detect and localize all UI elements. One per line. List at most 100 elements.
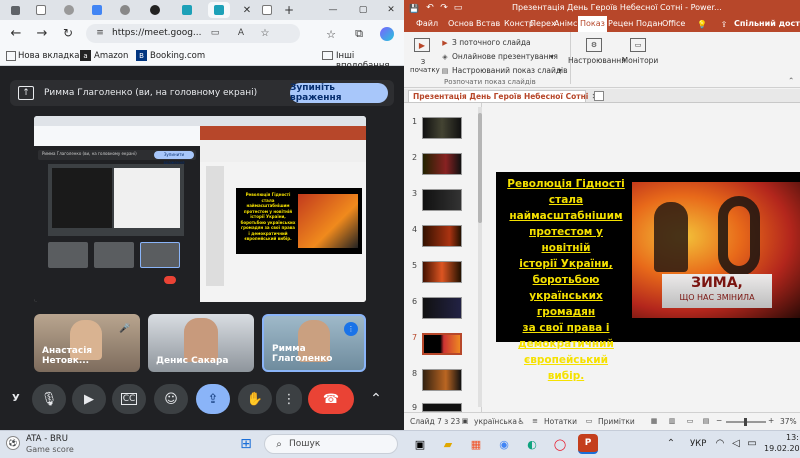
- favorites-icon[interactable]: ☆: [324, 27, 338, 41]
- undo-icon[interactable]: ↶: [424, 2, 436, 14]
- address-bar[interactable]: ≡ https://meet.goog... ▭ A ☆: [86, 24, 300, 43]
- tab-close[interactable]: ✕: [236, 2, 258, 18]
- file-explorer-icon[interactable]: ▰: [438, 434, 458, 454]
- star-icon[interactable]: ☆: [258, 27, 272, 39]
- tab-5[interactable]: [114, 2, 136, 18]
- language[interactable]: українська: [474, 417, 517, 426]
- tab-insert[interactable]: Встав: [474, 16, 502, 32]
- more-options-button[interactable]: ⋮: [276, 384, 302, 414]
- tab-2[interactable]: [30, 2, 52, 18]
- scrollbar-thumb[interactable]: [478, 113, 482, 223]
- share-button[interactable]: Спільний дост: [734, 19, 800, 28]
- tab-9[interactable]: [256, 2, 278, 18]
- tab-3[interactable]: [58, 2, 80, 18]
- powerpoint-icon[interactable]: P: [578, 434, 598, 454]
- bookmark-booking[interactable]: Booking.com: [150, 51, 205, 61]
- slide-thumb-3[interactable]: [422, 189, 462, 211]
- document-tab[interactable]: Презентація День Героїв Небесної Сотні: [408, 90, 588, 102]
- setup-button[interactable]: Настроювання: [568, 56, 626, 65]
- raise-hand-button[interactable]: ✋: [238, 384, 272, 414]
- tab-slideshow[interactable]: Показ: [578, 16, 607, 32]
- proofing-icon[interactable]: ▣: [460, 416, 470, 426]
- present-button[interactable]: ⇪: [196, 384, 230, 414]
- clock-time[interactable]: 13:: [786, 433, 799, 442]
- participant-tile-2[interactable]: Денис Сакара: [148, 314, 254, 372]
- site-info-icon[interactable]: ≡: [94, 27, 106, 39]
- captions-button[interactable]: CC: [112, 384, 146, 414]
- from-current-button[interactable]: З поточного слайда: [452, 38, 531, 47]
- battery-icon[interactable]: ▭: [746, 436, 758, 450]
- chevron-down-icon[interactable]: ▾: [558, 66, 562, 75]
- reading-view-icon[interactable]: ▭: [684, 416, 696, 426]
- camera-icon[interactable]: ▭: [208, 27, 222, 39]
- lightbulb-icon[interactable]: 💡: [696, 19, 708, 29]
- collapse-ribbon-icon[interactable]: ⌃: [788, 76, 794, 85]
- new-tab-button[interactable]: +: [278, 2, 300, 18]
- back-icon[interactable]: ←: [8, 25, 24, 41]
- new-doc-tab-button[interactable]: [594, 91, 604, 101]
- edge-icon[interactable]: ◐: [522, 434, 542, 454]
- tab-file[interactable]: Файл: [414, 16, 440, 32]
- volume-icon[interactable]: ◁: [730, 436, 742, 450]
- from-beginning-button[interactable]: ▶ З початку: [410, 36, 440, 78]
- slide-thumb-1[interactable]: [422, 117, 462, 139]
- slideshow-icon[interactable]: ▭: [452, 2, 464, 14]
- tab-4[interactable]: [86, 2, 108, 18]
- participant-tile-1[interactable]: 🎤 Анастасія Нетовк...: [34, 314, 140, 372]
- tab-7[interactable]: [176, 2, 198, 18]
- accessibility-icon[interactable]: ♿: [516, 416, 526, 426]
- forward-icon[interactable]: →: [34, 25, 50, 41]
- clock-date[interactable]: 19.02.202: [764, 444, 800, 453]
- reload-icon[interactable]: ↻: [60, 25, 76, 41]
- widget-title[interactable]: ATA - BRU: [26, 434, 68, 444]
- redo-icon[interactable]: ↷: [438, 2, 450, 14]
- emoji-button[interactable]: ☺: [154, 384, 188, 414]
- camera-button[interactable]: ▶: [72, 384, 106, 414]
- tab-1[interactable]: [4, 2, 26, 18]
- chrome-icon[interactable]: ◉: [494, 434, 514, 454]
- bookmark-new-tab[interactable]: Нова вкладка: [18, 51, 80, 61]
- save-icon[interactable]: 💾: [408, 2, 420, 14]
- taskbar-search[interactable]: ⌕ Пошук: [264, 434, 398, 454]
- sorter-view-icon[interactable]: ▥: [666, 416, 678, 426]
- slide-thumb-9[interactable]: [422, 403, 462, 412]
- microphone-button[interactable]: 🎙: [32, 384, 66, 414]
- close-window-button[interactable]: ✕: [380, 2, 402, 18]
- bookmark-other[interactable]: Інші вподобання: [336, 51, 404, 71]
- custom-show-button[interactable]: Настроюваний показ слайдів: [452, 66, 568, 75]
- participant-tile-3[interactable]: ⋮ Римма Глаголенко: [262, 314, 366, 372]
- tab-review[interactable]: Рецен: [606, 16, 635, 32]
- present-online-button[interactable]: Онлайнове презентування: [452, 52, 558, 61]
- store-icon[interactable]: ▦: [466, 434, 486, 454]
- zoom-slider-thumb[interactable]: [744, 418, 747, 426]
- normal-view-icon[interactable]: ▦: [648, 416, 660, 426]
- start-button[interactable]: ⊞: [236, 434, 256, 454]
- comments-button[interactable]: Примітки: [598, 417, 635, 426]
- monitors-button[interactable]: Монітори: [620, 56, 660, 65]
- expand-button[interactable]: ⌃: [364, 388, 388, 410]
- input-language[interactable]: УКР: [690, 439, 706, 449]
- tab-animations[interactable]: Анімс: [552, 16, 579, 32]
- stop-presenting-button[interactable]: Зупиніть враження: [290, 83, 388, 103]
- zoom-in-button[interactable]: +: [768, 416, 774, 425]
- slideshow-view-icon[interactable]: ▤: [700, 416, 712, 426]
- copilot-icon[interactable]: [380, 27, 394, 41]
- slide-thumb-6[interactable]: [422, 297, 462, 319]
- notes-button[interactable]: Нотатки: [544, 417, 577, 426]
- minimize-button[interactable]: —: [322, 2, 344, 18]
- tab-8[interactable]: [208, 2, 230, 18]
- slide-thumb-7-selected[interactable]: [422, 333, 462, 355]
- chevron-down-icon[interactable]: ▾: [550, 52, 554, 61]
- translate-icon[interactable]: A: [234, 27, 248, 39]
- thumbnail-scrollbar[interactable]: [478, 107, 482, 407]
- main-slide[interactable]: Революція Гідності стала наймасштабнішим…: [496, 172, 800, 382]
- chevron-up-icon[interactable]: ⌃: [664, 436, 678, 450]
- end-call-button[interactable]: ☎: [308, 384, 354, 414]
- slide-thumb-4[interactable]: [422, 225, 462, 247]
- tab-office[interactable]: Office: [660, 16, 687, 32]
- slide-thumb-5[interactable]: [422, 261, 462, 283]
- collections-icon[interactable]: ⧉: [352, 27, 366, 41]
- maximize-button[interactable]: ▢: [352, 2, 374, 18]
- bookmark-amazon[interactable]: Amazon: [94, 51, 128, 61]
- task-view-icon[interactable]: ▣: [410, 434, 430, 454]
